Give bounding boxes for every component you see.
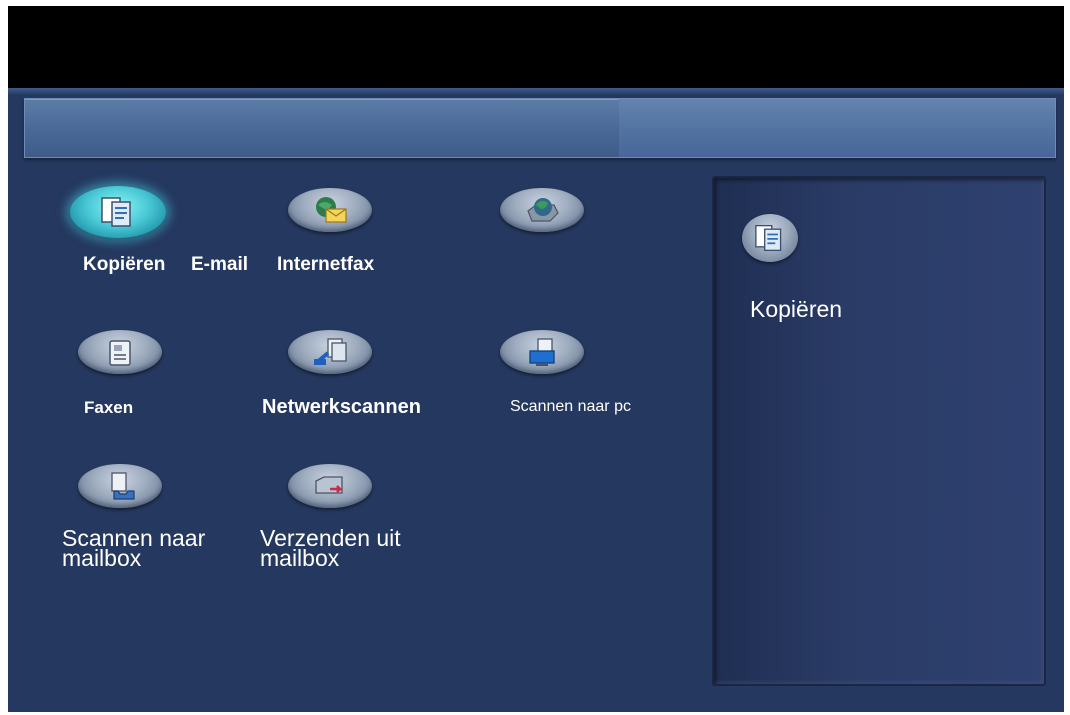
service-tile-faxen[interactable] — [78, 330, 168, 378]
service-label-kopieren[interactable]: Kopiëren — [83, 254, 165, 276]
copy-icon — [755, 224, 782, 252]
copy-icon — [101, 197, 131, 227]
service-label-verzenden-uit-mailbox[interactable]: Verzenden uit mailbox — [260, 527, 460, 571]
title-bar-seam — [619, 99, 1055, 157]
header-bevel — [8, 88, 1064, 94]
service-tile-scannen-naar-mailbox[interactable] — [78, 464, 168, 512]
selected-service-icon — [742, 214, 798, 262]
top-status-bar — [8, 6, 1064, 88]
fax-button[interactable] — [78, 330, 162, 374]
network-scan-icon — [314, 338, 347, 365]
services-panel: Kopiëren E-mail Internetfax Faxen Netwer… — [8, 158, 708, 712]
service-label-scannen-naar-mailbox-line2: mailbox — [62, 545, 142, 571]
fax-icon — [109, 340, 131, 366]
service-label-scannen-naar-pc[interactable]: Scannen naar pc — [510, 398, 631, 416]
selected-service-label: Kopiëren — [750, 296, 843, 322]
service-label-scannen-naar-mailbox[interactable]: Scannen naar mailbox — [62, 527, 252, 571]
service-tile-scannen-naar-pc[interactable] — [500, 330, 590, 378]
send-from-mailbox-icon — [315, 476, 344, 494]
service-label-email[interactable]: E-mail — [191, 254, 248, 276]
service-tile-kopieren[interactable] — [66, 184, 176, 240]
email-button[interactable] — [288, 188, 372, 232]
service-tile-email[interactable] — [288, 188, 378, 236]
service-tile-netwerkscannen[interactable] — [288, 330, 378, 378]
service-label-verzenden-uit-mailbox-line2: mailbox — [260, 545, 340, 571]
scan-to-mailbox-button[interactable] — [78, 464, 162, 508]
service-tile-verzenden-uit-mailbox[interactable] — [288, 464, 378, 512]
scan-to-pc-button[interactable] — [500, 330, 584, 374]
internet-fax-icon — [527, 198, 559, 222]
title-bar — [24, 98, 1056, 158]
email-icon — [316, 197, 347, 223]
network-scan-button[interactable] — [288, 330, 372, 374]
internet-fax-button[interactable] — [500, 188, 584, 232]
device-screen: Kopiëren E-mail Internetfax Faxen Netwer… — [8, 6, 1064, 712]
copy-button[interactable] — [70, 186, 166, 238]
send-from-mailbox-button[interactable] — [288, 464, 372, 508]
scan-to-mailbox-icon — [111, 472, 135, 500]
service-label-internetfax[interactable]: Internetfax — [277, 254, 374, 276]
service-label-netwerkscannen[interactable]: Netwerkscannen — [262, 396, 421, 419]
service-label-faxen[interactable]: Faxen — [84, 398, 133, 418]
scan-to-pc-icon — [529, 338, 555, 366]
selection-panel: Kopiëren — [712, 176, 1046, 686]
service-tile-internetfax[interactable] — [500, 188, 590, 236]
